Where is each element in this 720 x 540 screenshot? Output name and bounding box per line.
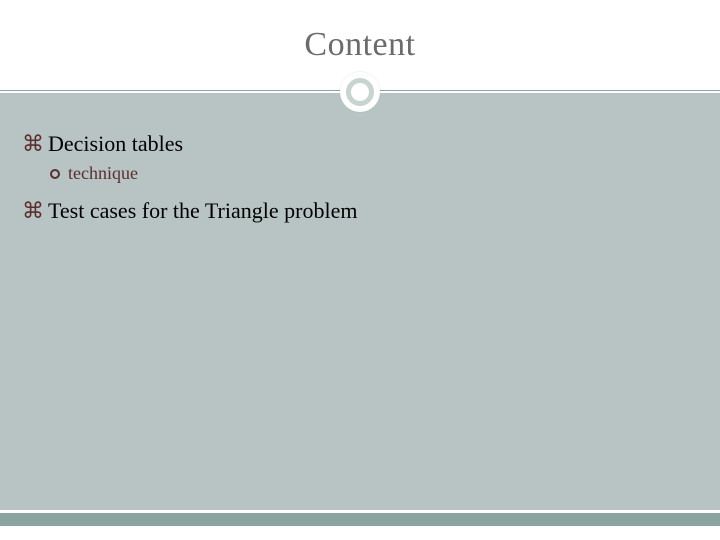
bullet-text: Decision tables	[48, 131, 183, 157]
circle-bullet-icon	[50, 169, 60, 179]
bullet-text: Test cases for the Triangle problem	[48, 198, 357, 224]
list-item-sub: technique	[50, 163, 698, 184]
slide-title: Content	[304, 26, 415, 64]
bullet-icon: ⌘	[22, 200, 44, 222]
ring-inner-icon	[346, 78, 374, 106]
bullet-text: technique	[68, 163, 138, 184]
list-item: ⌘ Test cases for the Triangle problem	[22, 198, 698, 224]
footer-bar	[0, 512, 720, 526]
slide: Content ⌘ Decision tables technique ⌘ Te…	[0, 0, 720, 540]
list-item: ⌘ Decision tables	[22, 131, 698, 157]
bullet-icon: ⌘	[22, 133, 44, 155]
title-ring-icon	[340, 72, 380, 112]
body-area: ⌘ Decision tables technique ⌘ Test cases…	[0, 93, 720, 510]
